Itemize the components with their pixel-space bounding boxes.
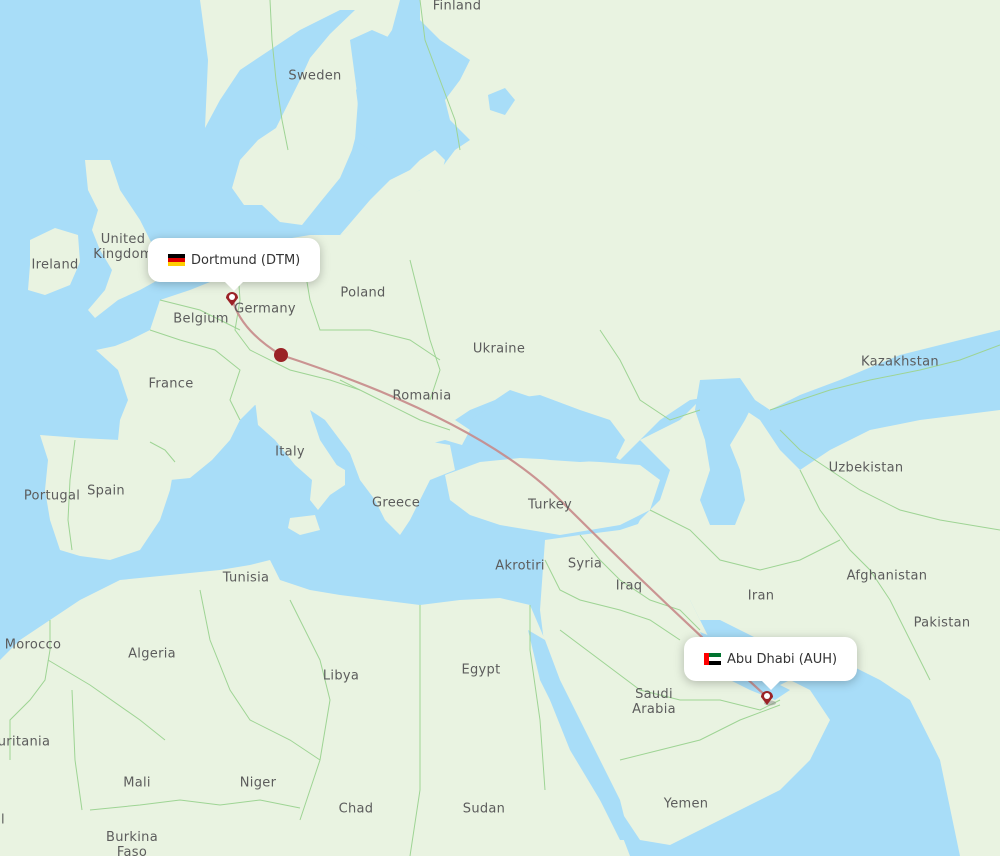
label-poland: Poland [340, 285, 386, 301]
destination-airport-popup[interactable]: Abu Dhabi (AUH) [684, 637, 858, 690]
route-waypoint-dot[interactable] [274, 348, 288, 362]
label-afghanistan: Afghanistan [846, 568, 928, 584]
label-finland: Finland [432, 0, 482, 14]
germany-flag-icon [168, 254, 185, 266]
label-syria: Syria [567, 556, 603, 572]
label-ukraine: Ukraine [472, 341, 526, 357]
flight-route-map[interactable]: Finland Sweden United Kingdom Ireland Ge… [0, 0, 1000, 856]
label-united-kingdom: United Kingdom [93, 232, 153, 262]
label-belgium: Belgium [173, 311, 229, 327]
label-mali: Mali [123, 775, 151, 791]
label-iran: Iran [747, 588, 775, 604]
uae-flag-icon [704, 653, 721, 665]
label-uzbekistan: Uzbekistan [828, 460, 904, 476]
label-mauritania: uritania [0, 734, 51, 750]
map-basemap[interactable] [0, 0, 1000, 856]
label-senegal-fragment: l [1, 812, 5, 828]
label-greece: Greece [371, 495, 421, 511]
label-sweden: Sweden [288, 68, 342, 84]
label-algeria: Algeria [128, 646, 176, 662]
label-germany: Germany [234, 301, 296, 317]
label-ireland: Ireland [31, 257, 79, 273]
label-italy: Italy [275, 444, 305, 460]
label-kazakhstan: Kazakhstan [861, 354, 939, 370]
label-niger: Niger [239, 775, 277, 791]
label-morocco: Morocco [4, 637, 62, 653]
label-saudi-arabia: Saudi Arabia [632, 687, 676, 717]
label-romania: Romania [392, 388, 452, 404]
origin-airport-label: Dortmund (DTM) [191, 252, 301, 268]
label-pakistan: Pakistan [913, 615, 971, 631]
label-egypt: Egypt [461, 662, 501, 678]
label-tunisia: Tunisia [222, 570, 270, 586]
label-iraq: Iraq [615, 578, 643, 594]
label-akrotiri: Akrotiri [495, 558, 545, 574]
destination-airport-label: Abu Dhabi (AUH) [727, 651, 838, 667]
label-turkey: Turkey [527, 497, 573, 513]
label-chad: Chad [338, 801, 374, 817]
label-burkina-faso: Burkina Faso [106, 830, 158, 856]
label-yemen: Yemen [663, 796, 709, 812]
label-spain: Spain [87, 483, 125, 499]
label-libya: Libya [322, 668, 360, 684]
label-sudan: Sudan [462, 801, 506, 817]
label-portugal: Portugal [23, 488, 81, 504]
label-france: France [148, 376, 194, 392]
origin-airport-popup[interactable]: Dortmund (DTM) [148, 238, 321, 291]
